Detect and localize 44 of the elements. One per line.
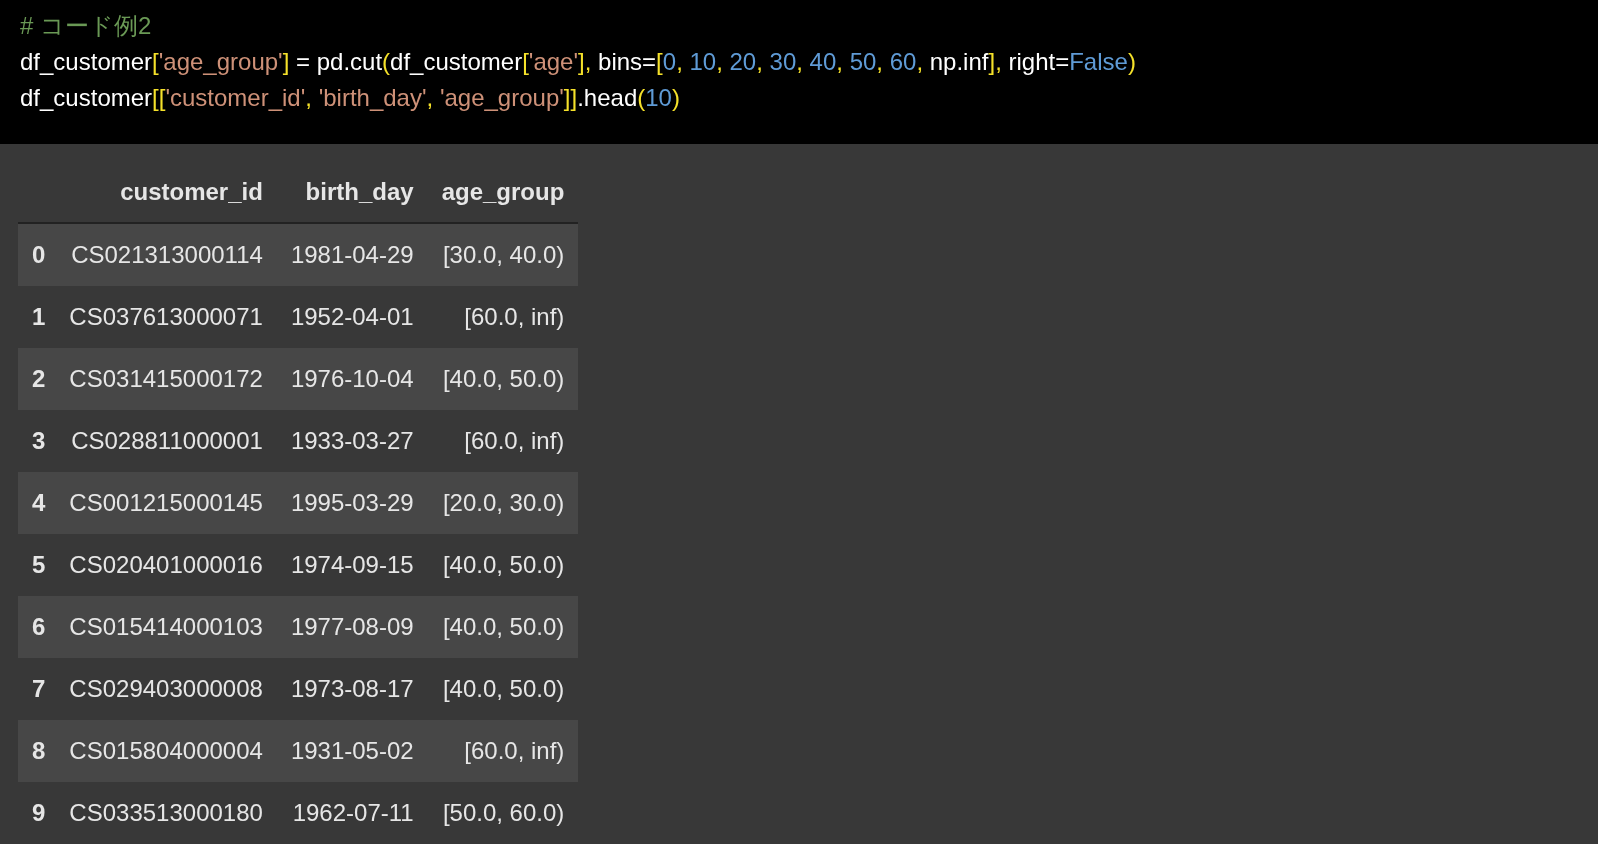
row-index: 1 — [18, 286, 56, 348]
row-index: 7 — [18, 658, 56, 720]
row-index: 2 — [18, 348, 56, 410]
table-cell: CS031415000172 — [55, 348, 277, 410]
row-index: 6 — [18, 596, 56, 658]
table-cell: CS037613000071 — [55, 286, 277, 348]
code-line: df_customer[['customer_id', 'birth_day', 'age_group']].head(10) — [20, 83, 681, 113]
table-cell: 1931-05-02 — [276, 720, 428, 782]
table-cell: [40.0, 50.0) — [427, 534, 579, 596]
table-cell: 1974-09-15 — [276, 534, 428, 596]
row-index: 8 — [18, 720, 56, 782]
table-cell: [60.0, inf) — [427, 410, 579, 472]
table-cell: [60.0, inf) — [427, 286, 579, 348]
table-cell: [60.0, inf) — [427, 720, 579, 782]
table-cell: [30.0, 40.0) — [427, 223, 579, 286]
table-cell: 1995-03-29 — [276, 472, 428, 534]
table-cell: CS021313000114 — [55, 223, 277, 286]
table-cell: 1973-08-17 — [276, 658, 428, 720]
table-cell: 1976-10-04 — [276, 348, 428, 410]
code-line: # コード例2 — [20, 11, 153, 41]
table-cell: CS029403000008 — [55, 658, 277, 720]
table-cell: 1981-04-29 — [276, 223, 428, 286]
code-line: df_customer['age_group'] = pd.cut(df_customer['age'], bins=[0, 10, 20, 30, 40, 50, 60, np.inf], right=False) — [20, 47, 1137, 77]
table-cell: [20.0, 30.0) — [427, 472, 579, 534]
table-cell: CS015804000004 — [55, 720, 277, 782]
table-cell: 1933-03-27 — [276, 410, 428, 472]
table-cell: [40.0, 50.0) — [427, 658, 579, 720]
code-cell[interactable]: # コード例2 df_customer['age_group'] = pd.cut(df_customer['age'], bins=[0, 10, 20, 30, 40, 50, 60, np.inf], right=False) df_customer[['customer_id', 'birth_day', 'age_group']].head(10) — [0, 0, 1598, 144]
table-cell: 1962-07-11 — [276, 782, 428, 844]
table-cell: CS001215000145 — [55, 472, 277, 534]
row-index: 0 — [18, 223, 56, 286]
table-cell: 1952-04-01 — [276, 286, 428, 348]
table-cell: CS020401000016 — [55, 534, 277, 596]
table-cell: [40.0, 50.0) — [427, 348, 579, 410]
table-cell: [40.0, 50.0) — [427, 596, 579, 658]
row-index: 3 — [18, 410, 56, 472]
row-index: 5 — [18, 534, 56, 596]
table-cell: 1977-08-09 — [276, 596, 428, 658]
row-index: 4 — [18, 472, 56, 534]
table-cell: CS015414000103 — [55, 596, 277, 658]
table-cell: CS028811000001 — [55, 410, 277, 472]
row-index: 9 — [18, 782, 56, 844]
table-cell: CS033513000180 — [55, 782, 277, 844]
table-cell: [50.0, 60.0) — [427, 782, 579, 844]
